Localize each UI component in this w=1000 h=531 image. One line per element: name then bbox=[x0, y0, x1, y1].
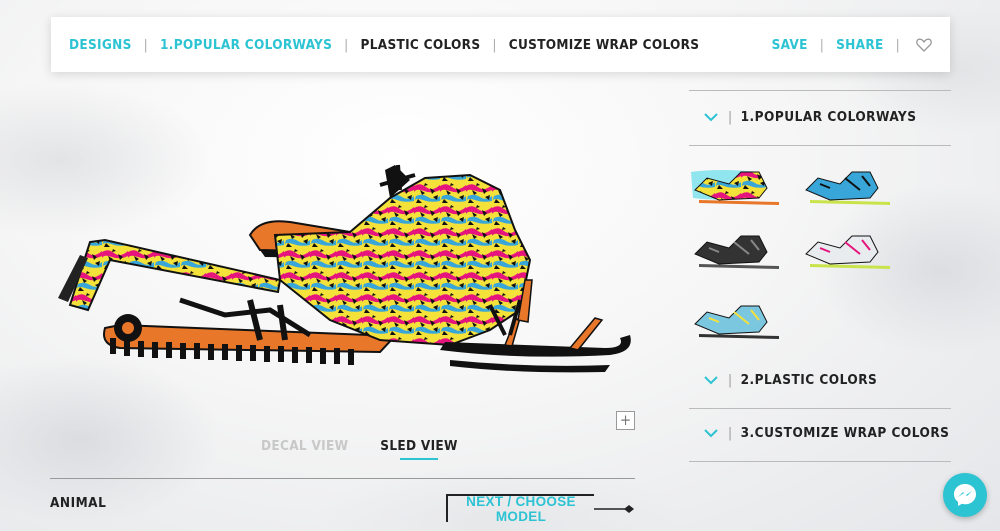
messenger-icon bbox=[954, 484, 976, 506]
accordion-label: 2.PLASTIC COLORS bbox=[740, 372, 878, 388]
nav-designs[interactable]: DESIGNS bbox=[69, 37, 132, 53]
nav-separator: | bbox=[344, 36, 349, 53]
zoom-in-button[interactable]: + bbox=[616, 411, 635, 430]
nav-separator: | bbox=[492, 36, 497, 53]
save-button[interactable]: SAVE bbox=[772, 37, 808, 53]
sled-preview bbox=[50, 160, 650, 390]
chevron-down-icon bbox=[704, 112, 718, 121]
separator: | bbox=[728, 109, 733, 125]
nav-customize-wrap-colors[interactable]: CUSTOMIZE WRAP COLORS bbox=[509, 37, 700, 53]
accordion-label: 1.POPULAR COLORWAYS bbox=[740, 109, 917, 125]
colorway-thumbnail-1[interactable] bbox=[689, 168, 785, 208]
nav-popular-colorways[interactable]: 1.POPULAR COLORWAYS bbox=[160, 37, 332, 53]
arrow-right-icon bbox=[594, 505, 634, 513]
tab-sled-view[interactable]: SLED VIEW bbox=[380, 438, 457, 460]
nav-separator: | bbox=[819, 36, 825, 53]
colorway-thumbnail-5[interactable] bbox=[689, 302, 785, 342]
accordion-label: 3.CUSTOMIZE WRAP COLORS bbox=[740, 425, 950, 441]
nav-separator: | bbox=[895, 36, 900, 53]
accordion-plastic-colors[interactable]: | 2.PLASTIC COLORS bbox=[689, 354, 951, 406]
colorway-thumbnail-4[interactable] bbox=[800, 232, 896, 272]
divider bbox=[689, 145, 951, 146]
next-choose-model-button[interactable]: NEXT / CHOOSE MODEL bbox=[446, 494, 594, 524]
design-name: ANIMAL bbox=[50, 495, 107, 511]
accordion-customize-wrap-colors[interactable]: | 3.CUSTOMIZE WRAP COLORS bbox=[689, 407, 951, 459]
nav-separator: | bbox=[143, 36, 149, 53]
accordion-popular-colorways[interactable]: | 1.POPULAR COLORWAYS bbox=[689, 91, 951, 143]
separator: | bbox=[728, 425, 733, 441]
messenger-chat-button[interactable] bbox=[943, 473, 987, 517]
colorway-thumbnail-3[interactable] bbox=[689, 232, 785, 272]
chevron-down-icon bbox=[704, 375, 718, 384]
divider bbox=[689, 461, 951, 462]
divider bbox=[50, 478, 635, 479]
heart-icon[interactable] bbox=[916, 38, 932, 52]
nav-plastic-colors[interactable]: PLASTIC COLORS bbox=[361, 37, 481, 53]
share-button[interactable]: SHARE bbox=[836, 37, 883, 53]
top-navigation: DESIGNS | 1.POPULAR COLORWAYS | PLASTIC … bbox=[51, 17, 950, 72]
separator: | bbox=[728, 372, 733, 388]
chevron-down-icon bbox=[704, 428, 718, 437]
tab-decal-view[interactable]: DECAL VIEW bbox=[261, 438, 348, 460]
colorway-thumbnail-2[interactable] bbox=[800, 168, 896, 208]
view-tabs: DECAL VIEW SLED VIEW bbox=[261, 438, 458, 460]
